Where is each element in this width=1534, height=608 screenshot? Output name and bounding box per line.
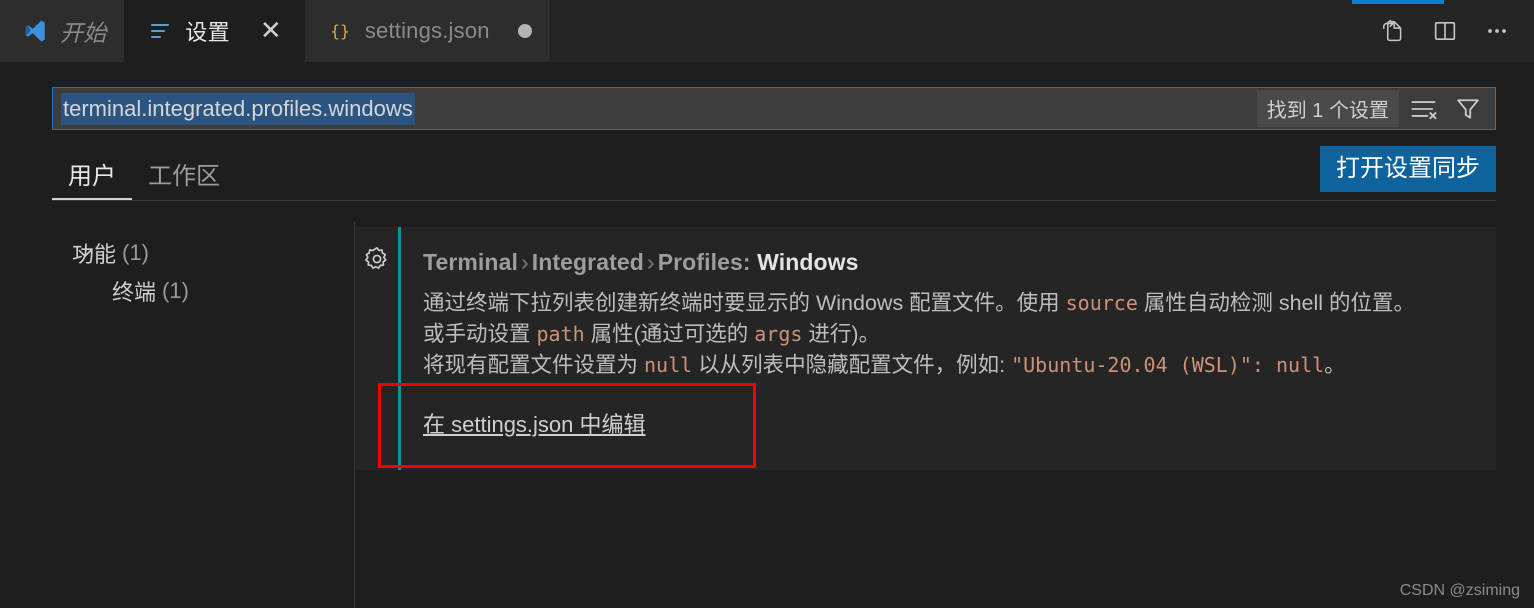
json-braces-icon: {}	[327, 18, 353, 44]
results-count-label: 找到 1 个设置	[1256, 90, 1399, 127]
settings-list-icon	[147, 18, 173, 44]
tab-label: 设置	[185, 20, 230, 45]
setting-description-line-1: 通过终端下拉列表创建新终端时要显示的 Windows 配置文件。使用 sourc…	[423, 288, 1480, 319]
gear-icon[interactable]	[363, 245, 391, 470]
toc-item-terminal[interactable]: 终端 (1)	[0, 272, 354, 310]
desc-text: 。	[1324, 353, 1346, 377]
setting-content: Terminal › Integrated › Profiles: Windows 通过…	[398, 227, 1496, 470]
svg-text:{}: {}	[330, 21, 350, 40]
setting-category-2: Integrated	[531, 249, 644, 275]
search-actions	[1409, 95, 1495, 123]
desc-code-path: path	[536, 322, 585, 346]
tab-bar-filler	[550, 0, 1378, 62]
setting-title: Terminal › Integrated › Profiles: Windows	[423, 249, 1480, 276]
settings-table-of-contents: 功能 (1) 终端 (1)	[0, 222, 355, 608]
tab-get-started[interactable]: 开始	[0, 0, 126, 62]
toc-item-label: 终端	[112, 280, 157, 305]
tab-label: settings.json	[364, 18, 490, 43]
setting-gutter	[356, 227, 398, 470]
editor-actions	[1378, 0, 1534, 62]
settings-scope-tabs: 用户 工作区	[52, 152, 1496, 200]
setting-category-1: Terminal	[423, 249, 518, 275]
more-actions-icon[interactable]	[1482, 16, 1512, 46]
desc-text: 属性自动检测 shell 的位置。	[1137, 291, 1416, 315]
tab-workspace-label: 工作区	[148, 163, 220, 190]
toc-item-features[interactable]: 功能 (1)	[0, 234, 354, 272]
unsaved-indicator-icon[interactable]	[517, 24, 532, 38]
setting-name-leaf: Windows	[757, 249, 859, 275]
desc-text: 通过终端下拉列表创建新终端时要显示的 Windows 配置文件。使用	[423, 291, 1066, 315]
setting-category-3: Profiles:	[657, 249, 751, 275]
settings-search-bar[interactable]: terminal.integrated.profiles.windows 找到 …	[52, 87, 1496, 130]
clear-filters-icon[interactable]	[1409, 95, 1439, 123]
setting-title-separator: ›	[646, 249, 655, 275]
tab-user-label: 用户	[68, 163, 116, 190]
desc-text: 以从列表中隐藏配置文件，例如:	[692, 353, 1012, 377]
desc-code-null: null	[643, 353, 693, 377]
tab-workspace[interactable]: 工作区	[132, 156, 236, 200]
editor-tab-bar: 开始 设置 ✕ {} settings.json	[0, 0, 1534, 62]
watermark-label: CSDN @zsiming	[1399, 582, 1520, 599]
subtabs-divider	[52, 200, 1496, 201]
setting-description-line-3: 将现有配置文件设置为 null 以从列表中隐藏配置文件，例如: "Ubuntu-…	[423, 350, 1480, 381]
setting-description-line-2: 或手动设置 path 属性(通过可选的 args 进行)。	[423, 319, 1480, 350]
turn-on-settings-sync-button[interactable]: 打开设置同步	[1320, 146, 1496, 193]
desc-text: 将现有配置文件设置为	[423, 353, 644, 377]
progress-strip	[1352, 0, 1444, 4]
setting-item-terminal-integrated-profiles-windows[interactable]: Terminal › Integrated › Profiles: Windows 通过…	[356, 227, 1496, 470]
desc-code-args: args	[754, 322, 803, 346]
search-input[interactable]: terminal.integrated.profiles.windows	[53, 92, 1257, 125]
split-editor-icon[interactable]	[1430, 16, 1460, 46]
toc-item-count: (1)	[162, 278, 189, 303]
desc-text: 属性(通过可选的	[584, 322, 755, 346]
edit-in-settings-json-link[interactable]: 在 settings.json 中编辑	[423, 407, 646, 439]
tab-settings-json[interactable]: {} settings.json	[304, 0, 551, 62]
tab-close-button[interactable]: ✕	[256, 16, 286, 46]
chevron-down-icon[interactable]	[72, 240, 98, 266]
filter-settings-icon[interactable]	[1453, 95, 1483, 123]
vscode-settings-window: 开始 设置 ✕ {} settings.json terminal.integr…	[0, 0, 1534, 608]
tab-label: 开始	[60, 20, 107, 46]
search-input-value: terminal.integrated.profiles.windows	[61, 92, 415, 125]
vscode-logo-icon	[22, 18, 48, 44]
setting-title-separator: ›	[520, 249, 529, 275]
desc-text: 或手动设置	[423, 322, 537, 346]
tab-settings[interactable]: 设置 ✕	[125, 0, 305, 62]
toc-item-count: (1)	[122, 240, 149, 265]
tab-user[interactable]: 用户	[52, 156, 132, 200]
desc-text: 进行)。	[802, 322, 881, 346]
open-changes-icon[interactable]	[1378, 16, 1408, 46]
desc-code-source: source	[1065, 291, 1138, 315]
desc-code-example: "Ubuntu-20.04 (WSL)": null	[1011, 353, 1325, 377]
setting-description: 通过终端下拉列表创建新终端时要显示的 Windows 配置文件。使用 sourc…	[423, 288, 1480, 381]
